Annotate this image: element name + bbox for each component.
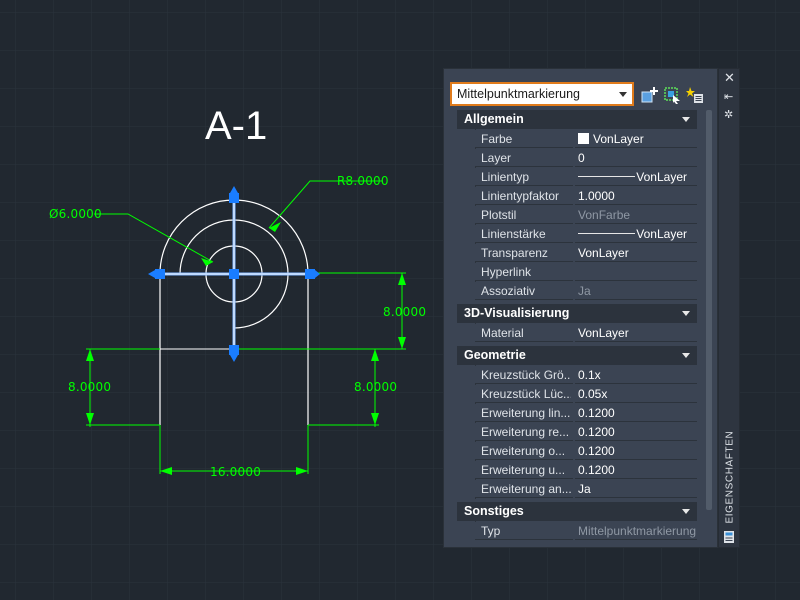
property-key: Plotstil <box>481 208 517 222</box>
property-value: Ja <box>578 284 591 298</box>
section-label: Allgemein <box>464 112 524 126</box>
property-key: Transparenz <box>481 246 548 260</box>
properties-menu-icon[interactable]: ✲ <box>724 108 733 121</box>
section-allgemein[interactable]: Allgemein <box>457 110 697 129</box>
section-geometrie[interactable]: Geometrie <box>457 346 697 365</box>
palette-title-label: EIGENSCHAFTEN <box>724 430 736 524</box>
property-value[interactable]: 0.1200 <box>578 425 615 439</box>
grip-left[interactable] <box>155 269 165 279</box>
property-row-material[interactable]: Material VonLayer <box>475 324 697 343</box>
property-value[interactable]: 0.1x <box>578 368 601 382</box>
property-key: Kreuzstück Grö... <box>481 368 571 382</box>
quick-select-icon[interactable] <box>686 86 704 104</box>
radius-dimension-text[interactable]: R8.0000 <box>337 174 389 188</box>
property-key: Erweiterung lin... <box>481 406 571 420</box>
property-row-transparenz[interactable]: Transparenz VonLayer <box>475 244 697 263</box>
property-row-assoziativ[interactable]: Assoziativ Ja <box>475 282 697 301</box>
color-swatch <box>578 133 589 144</box>
property-key: Erweiterung o... <box>481 444 566 458</box>
property-key: Linienstärke <box>481 227 546 241</box>
property-key: Erweiterung re... <box>481 425 570 439</box>
chevron-down-icon <box>619 92 627 97</box>
section-3d-visualisierung[interactable]: 3D-Visualisierung <box>457 304 697 323</box>
selected-object-label: Mittelpunktmarkierung <box>457 87 580 101</box>
lineweight-preview <box>578 233 635 234</box>
section-label: Sonstiges <box>464 504 524 518</box>
property-key: Erweiterung u... <box>481 463 566 477</box>
property-value[interactable]: 0.1200 <box>578 444 615 458</box>
linetype-preview <box>578 176 635 177</box>
chevron-down-icon[interactable] <box>682 509 690 514</box>
object-type-dropdown[interactable]: Mittelpunktmarkierung <box>450 82 634 106</box>
section-label: 3D-Visualisierung <box>464 306 570 320</box>
section-sonstiges[interactable]: Sonstiges <box>457 502 697 521</box>
property-row-erweiterung-anzeigen[interactable]: Erweiterung an... Ja <box>475 480 697 499</box>
property-row-linientypfaktor[interactable]: Linientypfaktor 1.0000 <box>475 187 697 206</box>
chevron-down-icon[interactable] <box>682 353 690 358</box>
property-value[interactable]: VonLayer <box>636 227 687 241</box>
property-row-typ[interactable]: Typ Mittelpunktmarkierung... <box>475 522 697 541</box>
property-key: Assoziativ <box>481 284 536 298</box>
property-row-farbe[interactable]: Farbe VonLayer <box>475 130 697 149</box>
grip-right[interactable] <box>305 269 315 279</box>
property-row-kreuzstueck-luecke[interactable]: Kreuzstück Lüc... 0.05x <box>475 385 697 404</box>
grip-center[interactable] <box>229 269 239 279</box>
grip-bottom[interactable] <box>229 345 239 355</box>
diameter-dimension-text[interactable]: Ø6.0000 <box>49 207 102 221</box>
property-value[interactable]: VonLayer <box>578 246 629 260</box>
property-value[interactable]: 0.1200 <box>578 463 615 477</box>
palette-icon[interactable] <box>723 530 735 544</box>
property-value: VonFarbe <box>578 208 631 222</box>
property-row-erweiterung-rechts[interactable]: Erweiterung re... 0.1200 <box>475 423 697 442</box>
property-row-kreuzstueck-groesse[interactable]: Kreuzstück Grö... 0.1x <box>475 366 697 385</box>
property-row-erweiterung-links[interactable]: Erweiterung lin... 0.1200 <box>475 404 697 423</box>
palette-scrollbar[interactable] <box>706 110 712 510</box>
property-key: Erweiterung an... <box>481 482 571 496</box>
property-row-layer[interactable]: Layer 0 <box>475 149 697 168</box>
property-value[interactable]: Ja <box>578 482 591 496</box>
property-value[interactable]: VonLayer <box>578 326 629 340</box>
property-key: Hyperlink <box>481 265 532 279</box>
property-row-hyperlink[interactable]: Hyperlink <box>475 263 697 282</box>
property-key: Farbe <box>481 132 513 146</box>
property-value: Mittelpunktmarkierung... <box>578 524 696 538</box>
property-row-linientyp[interactable]: Linientyp VonLayer <box>475 168 697 187</box>
bottom-horizontal-dimension-text[interactable]: 16.0000 <box>210 465 261 479</box>
close-icon[interactable]: ✕ <box>724 71 735 86</box>
left-vertical-dimension-text[interactable]: 8.0000 <box>68 380 111 394</box>
grip-top[interactable] <box>229 193 239 203</box>
property-row-erweiterung-oben[interactable]: Erweiterung o... 0.1200 <box>475 442 697 461</box>
chevron-down-icon[interactable] <box>682 311 690 316</box>
property-row-linienstaerke[interactable]: Linienstärke VonLayer <box>475 225 697 244</box>
property-value[interactable]: 0.05x <box>578 387 607 401</box>
property-row-erweiterung-unten[interactable]: Erweiterung u... 0.1200 <box>475 461 697 480</box>
property-value[interactable]: 0.1200 <box>578 406 615 420</box>
autohide-icon[interactable]: ⇤ <box>724 90 733 103</box>
section-label: Geometrie <box>464 348 526 362</box>
property-key: Material <box>481 326 524 340</box>
property-row-plotstil[interactable]: Plotstil VonFarbe <box>475 206 697 225</box>
palette-title-tab[interactable]: EIGENSCHAFTEN <box>722 430 736 524</box>
property-key: Linientypfaktor <box>481 189 560 203</box>
chevron-down-icon[interactable] <box>682 117 690 122</box>
property-value[interactable]: VonLayer <box>593 132 644 146</box>
select-objects-icon[interactable] <box>663 86 681 104</box>
right-lower-vertical-dimension-text[interactable]: 8.0000 <box>354 380 397 394</box>
right-vertical-dimension-text[interactable]: 8.0000 <box>383 305 426 319</box>
property-key: Linientyp <box>481 170 530 184</box>
property-value[interactable]: VonLayer <box>636 170 687 184</box>
property-value[interactable]: 1.0000 <box>578 189 615 203</box>
property-value[interactable]: 0 <box>578 151 585 165</box>
property-key: Kreuzstück Lüc... <box>481 387 571 401</box>
property-key: Typ <box>481 524 501 538</box>
toggle-pickadd-icon[interactable] <box>641 86 659 104</box>
property-key: Layer <box>481 151 512 165</box>
drawing-title[interactable]: A-1 <box>205 104 267 149</box>
